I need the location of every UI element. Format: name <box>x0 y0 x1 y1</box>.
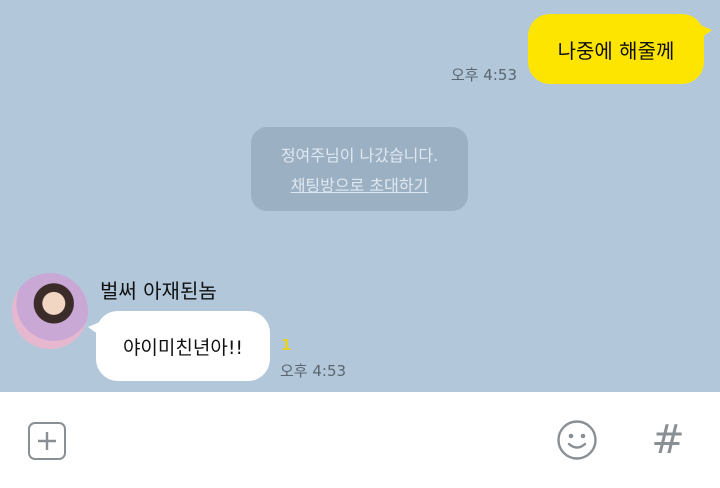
outgoing-message-bubble[interactable]: 나중에 해줄께 <box>528 14 712 84</box>
incoming-message-bubble[interactable]: 야이미친년아!! <box>88 311 270 381</box>
plus-icon <box>38 432 56 450</box>
unread-count: 1 <box>281 336 292 354</box>
avatar[interactable] <box>12 273 88 349</box>
sender-name: 벌써 아재된놈 <box>100 279 217 303</box>
incoming-message-time: 오후 4:53 <box>280 362 347 380</box>
chat-area[interactable]: 나중에 해줄께 오후 4:53 정여주님이 나갔습니다. 채팅방으로 초대하기 … <box>0 0 720 392</box>
input-bar[interactable] <box>0 392 720 488</box>
attach-button[interactable] <box>28 422 66 460</box>
system-notice: 정여주님이 나갔습니다. 채팅방으로 초대하기 <box>251 127 468 211</box>
outgoing-message-time: 오후 4:53 <box>450 66 517 84</box>
hash-button[interactable]: # <box>648 416 688 464</box>
hash-icon: # <box>651 417 685 463</box>
outgoing-message-text: 나중에 해줄께 <box>557 38 675 63</box>
emoticon-icon <box>557 420 597 460</box>
incoming-message-text: 야이미친년아!! <box>122 336 244 359</box>
invite-to-chat-link[interactable]: 채팅방으로 초대하기 <box>291 172 429 196</box>
emoticon-button[interactable] <box>556 419 598 461</box>
system-notice-text: 정여주님이 나갔습니다. <box>280 146 439 165</box>
